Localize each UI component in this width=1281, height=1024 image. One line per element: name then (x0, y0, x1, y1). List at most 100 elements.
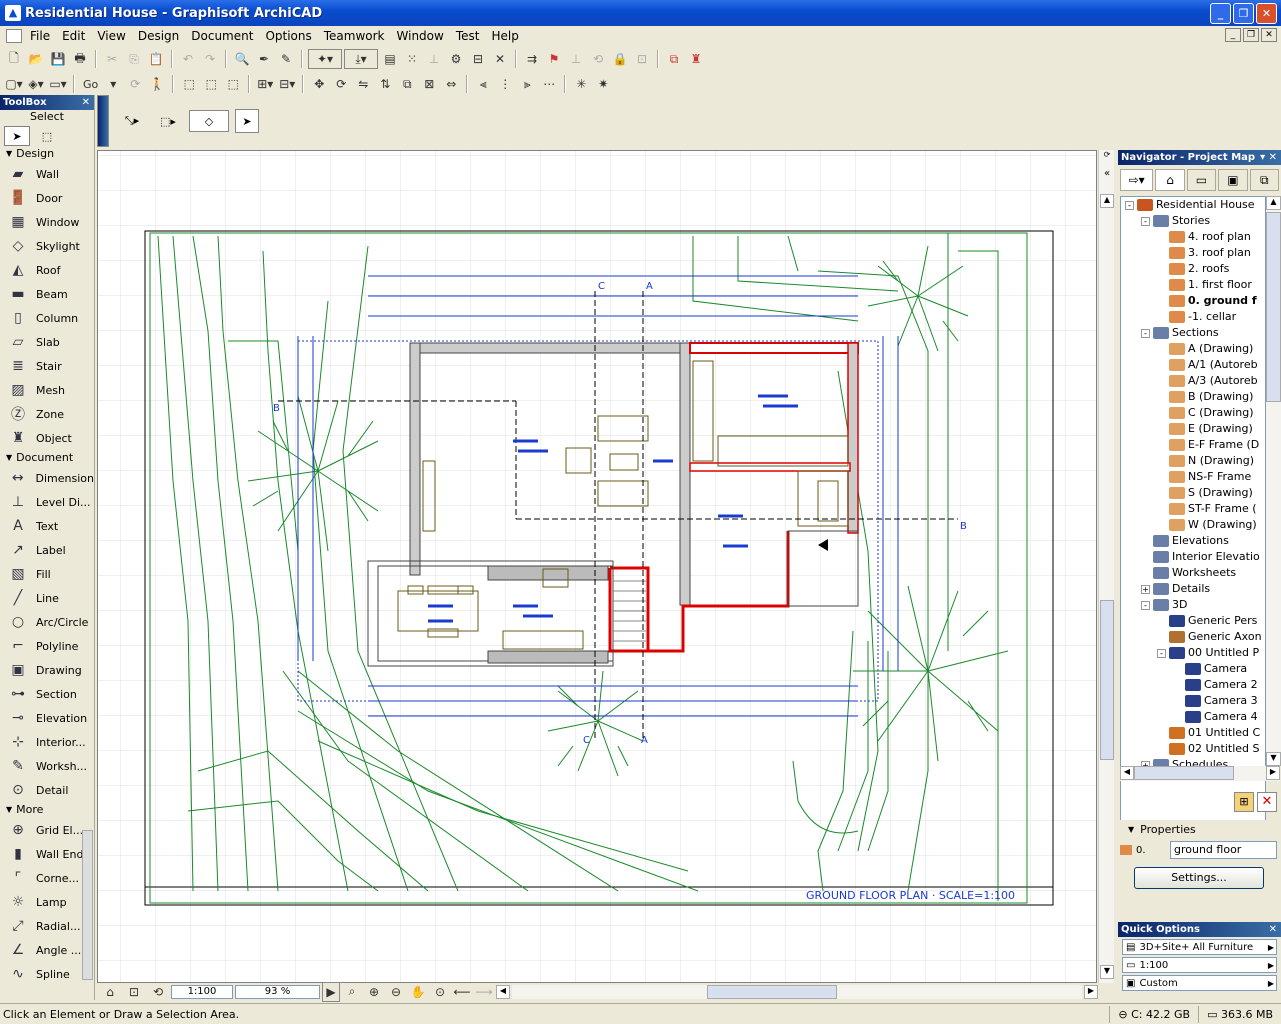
menu-teamwork[interactable]: Teamwork (318, 27, 391, 45)
scroll-down-button[interactable]: ▼ (1100, 965, 1114, 979)
navigator-preview-icon[interactable]: ⌂ (99, 982, 121, 1002)
elevate-icon[interactable]: ⇅ (375, 74, 395, 94)
tool-dimension[interactable]: ↔ Dimension (0, 466, 94, 490)
tree-item[interactable]: A/1 (Autoreb (1121, 357, 1265, 373)
menu-help[interactable]: Help (485, 27, 524, 45)
publisher-tab-icon[interactable]: ▣ (1218, 169, 1248, 191)
tool-mesh[interactable]: ▨ Mesh (0, 378, 94, 402)
layout-view-icon[interactable]: ▭▾ (48, 74, 68, 94)
syringe-icon[interactable]: ✎ (276, 49, 296, 69)
paste-icon[interactable]: 📋 (146, 49, 166, 69)
layer-combination-select[interactable]: ▤ 3D+Site+ All Furniture ▶ (1122, 939, 1277, 955)
align-left-icon[interactable]: ⫷ (473, 74, 493, 94)
distribute-icon[interactable]: ⋯ (539, 74, 559, 94)
cancel-icon[interactable]: ✕ (490, 49, 510, 69)
pan-icon[interactable]: ✋ (408, 982, 428, 1002)
tree-item[interactable]: -1. cellar (1121, 309, 1265, 325)
menu-edit[interactable]: Edit (56, 27, 91, 45)
scroll-left-button[interactable]: ◀ (1120, 766, 1134, 780)
person-icon[interactable]: 🚶 (147, 74, 167, 94)
expand-icon[interactable]: + (1141, 584, 1150, 594)
menu-design[interactable]: Design (132, 27, 185, 45)
pin-icon[interactable]: ⊥ (566, 49, 586, 69)
section-marker-c-bottom[interactable]: C (583, 735, 590, 746)
explode-icon[interactable]: ✳ (571, 74, 591, 94)
find-select-icon[interactable]: 🔍 (232, 49, 252, 69)
tool-drawing[interactable]: ▣ Drawing (0, 658, 94, 682)
tool-fill[interactable]: ▧ Fill (0, 562, 94, 586)
tree-item[interactable]: N (Drawing) (1121, 453, 1265, 469)
zoom-out-icon[interactable]: ⊖ (386, 982, 406, 1002)
scroll-tool-icon[interactable]: ⟳ (1101, 150, 1113, 164)
close-button[interactable]: ✕ (1256, 3, 1277, 24)
scroll-left-button[interactable]: ◀ (496, 984, 510, 999)
tool-grid-element[interactable]: ⊕ Grid El... (0, 818, 94, 842)
tool-text[interactable]: A Text (0, 514, 94, 538)
marquee-tool-icon[interactable]: ⬚ (34, 126, 60, 146)
collapse-icon[interactable]: - (1125, 200, 1134, 210)
tool-window[interactable]: ▦ Window (0, 210, 94, 234)
tool-stair[interactable]: ≣ Stair (0, 354, 94, 378)
go-dropdown-icon[interactable]: ▾ (103, 74, 123, 94)
collapse-icon[interactable]: - (1141, 216, 1150, 226)
tree-hscroll-thumb[interactable] (1134, 766, 1234, 780)
tool-beam[interactable]: ▬ Beam (0, 282, 94, 306)
mdi-minimize-button[interactable]: _ (1225, 28, 1241, 42)
menu-window[interactable]: Window (391, 27, 450, 45)
arrange-front-icon[interactable]: ⬚ (179, 74, 199, 94)
tool-interior-elevation[interactable]: ⊹ Interior... (0, 730, 94, 754)
tree-item[interactable]: 1. first floor (1121, 277, 1265, 293)
stamp-icon[interactable]: ♜ (686, 49, 706, 69)
collapse-icon[interactable]: - (1141, 600, 1150, 610)
scroll-up-button[interactable]: ▲ (1100, 194, 1114, 208)
stretch-icon[interactable]: ⇔ (441, 74, 461, 94)
previous-zoom-icon[interactable]: ⟵ (452, 982, 472, 1002)
tool-worksheet[interactable]: ✎ Worksh... (0, 754, 94, 778)
close-icon[interactable]: ✕ (82, 97, 90, 108)
save-icon[interactable]: 💾 (48, 49, 68, 69)
zoom-menu-icon[interactable]: ▶ (322, 981, 340, 1002)
collapse-triangle-icon[interactable]: ▼ (1128, 825, 1134, 834)
align-right-icon[interactable]: ⫸ (517, 74, 537, 94)
floor-plan-view-icon[interactable]: ▢▾ (4, 74, 24, 94)
collapse-icon[interactable]: « (1101, 168, 1113, 182)
tree-item[interactable]: - 3D (1121, 597, 1265, 613)
tool-skylight[interactable]: ◇ Skylight (0, 234, 94, 258)
menu-test[interactable]: Test (450, 27, 486, 45)
tree-item[interactable]: Camera (1121, 661, 1265, 677)
new-folder-icon[interactable]: ⊞ (1234, 792, 1254, 812)
tree-item[interactable]: E (Drawing) (1121, 421, 1265, 437)
collapse-icon[interactable]: - (1157, 648, 1166, 658)
grid-snap-icon[interactable]: ⁙ (402, 49, 422, 69)
tool-zone[interactable]: Ⓩ Zone (0, 402, 94, 426)
arrange-forward-icon[interactable]: ⬚ (201, 74, 221, 94)
tool-polyline[interactable]: ⌐ Polyline (0, 634, 94, 658)
document-icon[interactable] (6, 29, 22, 43)
tool-column[interactable]: ▯ Column (0, 306, 94, 330)
section-marker-c-top[interactable]: C (598, 281, 605, 292)
tool-level-dimension[interactable]: ⊥ Level Di... (0, 490, 94, 514)
settings-button[interactable]: Settings... (1134, 867, 1264, 889)
canvas-vertical-scrollbar[interactable]: ⟳ « ▲ ▼ (1098, 150, 1114, 983)
horizontal-scroll-thumb[interactable] (707, 984, 837, 999)
tree-item[interactable]: Camera 2 (1121, 677, 1265, 693)
drag-copy-icon[interactable]: ⧉ (397, 74, 417, 94)
fit-in-window-icon[interactable]: ⊙ (430, 982, 450, 1002)
print-icon[interactable]: 🖶 (70, 49, 90, 69)
bug-icon[interactable]: ✷ (593, 74, 613, 94)
scroll-down-button[interactable]: ▼ (1266, 752, 1281, 766)
tree-item[interactable]: Worksheets (1121, 565, 1265, 581)
scroll-right-button[interactable]: ▶ (1266, 766, 1280, 780)
close-icon[interactable]: ▾ ✕ (1260, 152, 1277, 163)
gravity-icon[interactable]: ⤓▾ (344, 49, 378, 69)
tree-item[interactable]: - Stories (1121, 213, 1265, 229)
unlock-icon[interactable]: ⊡ (632, 49, 652, 69)
tree-item[interactable]: Generic Pers (1121, 613, 1265, 629)
toolbox-group-design[interactable]: ▼ Design (0, 146, 94, 162)
tool-radial-dimension[interactable]: ⤢ Radial... (0, 914, 94, 938)
flag-icon[interactable]: ⚑ (544, 49, 564, 69)
update-icon[interactable]: ⟲ (147, 982, 169, 1002)
tree-item[interactable]: W (Drawing) (1121, 517, 1265, 533)
tree-item[interactable]: + Details (1121, 581, 1265, 597)
lock-icon[interactable]: 🔒 (610, 49, 630, 69)
